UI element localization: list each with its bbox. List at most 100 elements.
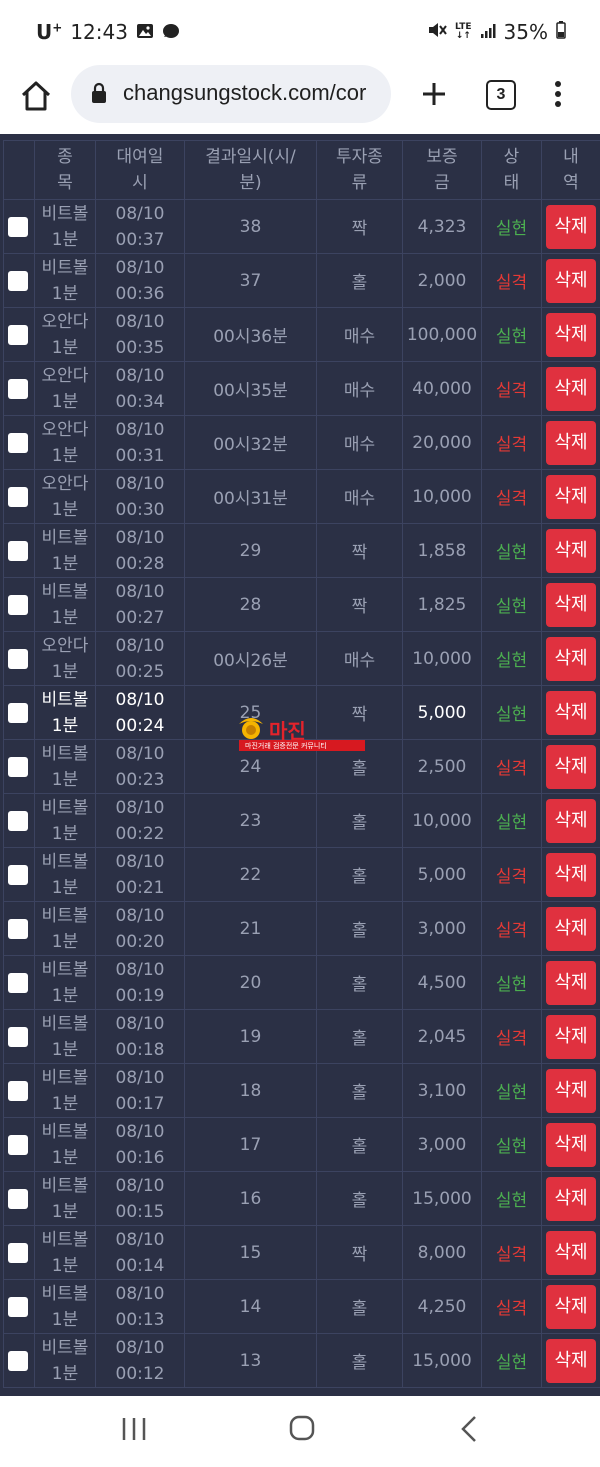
item-interval: 1분 — [51, 607, 79, 628]
bet-type-cell: 홀 — [316, 1333, 403, 1388]
detail-cell: 삭제 — [541, 523, 600, 578]
row-checkbox[interactable] — [8, 810, 28, 831]
item-name: 비트볼 — [41, 257, 89, 278]
row-checkbox[interactable] — [8, 216, 28, 237]
delete-button[interactable]: 삭제 — [546, 582, 596, 627]
item-name: 비트볼 — [41, 797, 89, 818]
row-checkbox[interactable] — [8, 1134, 28, 1155]
delete-button[interactable]: 삭제 — [546, 474, 596, 519]
item-interval: 1분 — [51, 823, 79, 844]
status-badge: 실현 — [481, 955, 542, 1010]
deposit-cell: 100,000 — [402, 307, 482, 362]
delete-button[interactable]: 삭제 — [546, 960, 596, 1005]
delete-button[interactable]: 삭제 — [546, 690, 596, 735]
mute-icon — [427, 20, 447, 44]
delete-button[interactable]: 삭제 — [546, 420, 596, 465]
row-checkbox[interactable] — [8, 1188, 28, 1209]
delete-button[interactable]: 삭제 — [546, 1284, 596, 1329]
detail-cell: 삭제 — [541, 901, 600, 956]
row-checkbox[interactable] — [8, 324, 28, 345]
address-bar[interactable]: changsungstock.com/cor — [71, 65, 391, 123]
row-checkbox[interactable] — [8, 864, 28, 885]
item-name: 비트볼 — [41, 851, 89, 872]
delete-button[interactable]: 삭제 — [546, 1122, 596, 1167]
row-checkbox[interactable] — [8, 594, 28, 615]
date-cell: 08/10 00:20 — [95, 901, 185, 956]
delete-button[interactable]: 삭제 — [546, 204, 596, 249]
item-interval: 1분 — [51, 499, 79, 520]
bet-type-cell: 짝 — [316, 577, 403, 632]
delete-button[interactable]: 삭제 — [546, 1014, 596, 1059]
rent-date: 08/10 — [115, 959, 165, 980]
row-checkbox[interactable] — [8, 648, 28, 669]
item-interval: 1분 — [51, 877, 79, 898]
row-checkbox[interactable] — [8, 432, 28, 453]
header-date: 대여일 시 — [95, 140, 185, 200]
row-checkbox[interactable] — [8, 918, 28, 939]
delete-button[interactable]: 삭제 — [546, 852, 596, 897]
table-row: 비트볼 1분 08/10 00:12 13 홀 15,000 실현 삭제 — [3, 1333, 600, 1388]
row-checkbox[interactable] — [8, 1296, 28, 1317]
system-home-button[interactable] — [288, 1414, 316, 1442]
row-checkbox[interactable] — [8, 1350, 28, 1371]
bet-type-cell: 홀 — [316, 1009, 403, 1064]
row-checkbox[interactable] — [8, 486, 28, 507]
recent-apps-button[interactable] — [120, 1416, 148, 1442]
back-chevron-icon — [461, 1416, 476, 1442]
delete-button[interactable]: 삭제 — [546, 798, 596, 843]
status-badge: 실현 — [481, 199, 542, 254]
browser-toolbar: changsungstock.com/cor 3 — [0, 64, 600, 134]
delete-button[interactable]: 삭제 — [546, 906, 596, 951]
item-name: 오안다 — [41, 365, 89, 386]
status-badge: 실현 — [481, 793, 542, 848]
bet-type-cell: 홀 — [316, 253, 403, 308]
row-select-cell — [3, 685, 35, 740]
item-name: 비트볼 — [41, 527, 89, 548]
item-name: 비트볼 — [41, 1121, 89, 1142]
row-checkbox[interactable] — [8, 702, 28, 723]
table-row: 비트볼 1분 08/10 00:16 17 홀 3,000 실현 삭제 — [3, 1117, 600, 1172]
table-row: 비트볼 1분 08/10 00:36 37 홀 2,000 실격 삭제 — [3, 253, 600, 308]
delete-button[interactable]: 삭제 — [546, 1230, 596, 1275]
delete-button[interactable]: 삭제 — [546, 1068, 596, 1113]
delete-button[interactable]: 삭제 — [546, 366, 596, 411]
result-time-cell: 00시36분 — [184, 307, 317, 362]
row-checkbox[interactable] — [8, 378, 28, 399]
row-select-cell — [3, 1117, 35, 1172]
item-name: 비트볼 — [41, 689, 89, 710]
table-row: 비트볼 1분 08/10 00:15 16 홀 15,000 실현 삭제 — [3, 1171, 600, 1226]
tab-switcher-button[interactable]: 3 — [486, 80, 516, 110]
detail-cell: 삭제 — [541, 793, 600, 848]
delete-button[interactable]: 삭제 — [546, 312, 596, 357]
site-watermark: 마진 마진거래 검증전문 커뮤니티 — [237, 712, 367, 754]
row-checkbox[interactable] — [8, 1026, 28, 1047]
delete-button[interactable]: 삭제 — [546, 744, 596, 789]
new-tab-button[interactable] — [418, 78, 450, 110]
browser-home-button[interactable] — [18, 78, 54, 114]
delete-button[interactable]: 삭제 — [546, 258, 596, 303]
row-checkbox[interactable] — [8, 1242, 28, 1263]
rent-date: 08/10 — [115, 905, 165, 926]
browser-menu-button[interactable] — [550, 78, 566, 110]
delete-button[interactable]: 삭제 — [546, 636, 596, 681]
date-cell: 08/10 00:12 — [95, 1333, 185, 1388]
delete-button[interactable]: 삭제 — [546, 1176, 596, 1221]
back-button[interactable] — [458, 1414, 480, 1444]
delete-button[interactable]: 삭제 — [546, 1338, 596, 1383]
delete-button[interactable]: 삭제 — [546, 528, 596, 573]
item-name: 비트볼 — [41, 1067, 89, 1088]
rent-time: 00:22 — [115, 823, 165, 844]
result-time-cell: 23 — [184, 793, 317, 848]
row-checkbox[interactable] — [8, 540, 28, 561]
row-checkbox[interactable] — [8, 756, 28, 777]
status-badge: 실격 — [481, 1009, 542, 1064]
table-row: 오안다 1분 08/10 00:31 00시32분 매수 20,000 실격 삭제 — [3, 415, 600, 470]
row-checkbox[interactable] — [8, 270, 28, 291]
header-result-time: 결과일시(시/분) — [184, 140, 317, 200]
deposit-cell: 8,000 — [402, 1225, 482, 1280]
status-badge: 실현 — [481, 685, 542, 740]
row-checkbox[interactable] — [8, 1080, 28, 1101]
result-time-cell: 00시32분 — [184, 415, 317, 470]
row-checkbox[interactable] — [8, 972, 28, 993]
recents-icon — [122, 1418, 146, 1440]
